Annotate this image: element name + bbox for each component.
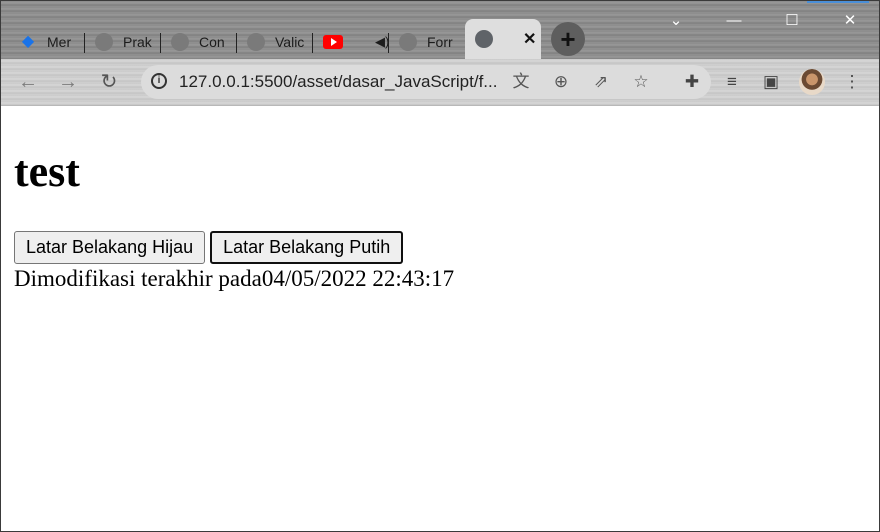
window-controls: ⌄ — ☐ ✕ <box>647 9 879 31</box>
globe-icon <box>95 33 113 51</box>
tab-5-youtube[interactable]: ◀) <box>313 25 389 59</box>
translate-icon[interactable]: 文 <box>511 72 531 92</box>
green-background-button[interactable]: Latar Belakang Hijau <box>14 231 206 264</box>
tab-label: Con <box>199 34 225 50</box>
speaker-icon[interactable]: ◀) <box>375 34 389 50</box>
back-icon[interactable]: ← <box>17 71 39 93</box>
close-tab-icon[interactable]: ✕ <box>523 29 536 49</box>
media-control-icon[interactable]: ≡ <box>721 71 743 93</box>
site-info-icon[interactable]: i <box>151 73 167 89</box>
tab-4[interactable]: Valic <box>237 25 313 59</box>
new-tab-button[interactable]: + <box>551 22 585 56</box>
accent-line <box>807 1 869 3</box>
title-bar: ◆ Mer Prak Con Valic ◀) Forr ✕ + ⌄ — ☐ ✕ <box>1 1 879 59</box>
tab-label: Valic <box>275 34 305 50</box>
tab-2[interactable]: Prak <box>85 25 161 59</box>
menu-kebab-icon[interactable]: ⋮ <box>841 71 863 93</box>
minimize-icon[interactable]: — <box>705 9 763 31</box>
white-background-button[interactable]: Latar Belakang Putih <box>210 231 404 264</box>
avatar[interactable] <box>799 69 825 95</box>
modified-label: Dimodifikasi terakhir pada <box>14 266 262 291</box>
last-modified-text: Dimodifikasi terakhir pada04/05/2022 22:… <box>14 266 454 292</box>
close-window-icon[interactable]: ✕ <box>821 9 879 31</box>
maximize-icon[interactable]: ☐ <box>763 9 821 31</box>
page-content: test Latar Belakang Hijau Latar Belakang… <box>1 106 879 531</box>
tab-strip: ◆ Mer Prak Con Valic ◀) Forr ✕ + <box>9 19 585 59</box>
tab-active[interactable]: ✕ <box>465 19 541 59</box>
globe-icon <box>247 33 265 51</box>
blue-diamond-icon: ◆ <box>21 33 35 50</box>
youtube-icon <box>323 35 343 49</box>
modified-value: 04/05/2022 22:43:17 <box>261 266 455 291</box>
globe-icon <box>171 33 189 51</box>
reload-icon[interactable]: ↻ <box>98 71 120 93</box>
page-heading: test <box>14 147 80 196</box>
side-panel-icon[interactable]: ▣ <box>760 71 782 93</box>
tab-search-icon[interactable]: ⌄ <box>647 9 705 31</box>
browser-window: ◆ Mer Prak Con Valic ◀) Forr ✕ + ⌄ — ☐ ✕… <box>0 0 880 532</box>
zoom-icon[interactable]: ⊕ <box>551 72 571 92</box>
share-icon[interactable]: ⇗ <box>591 72 611 92</box>
globe-icon <box>475 30 493 48</box>
globe-icon <box>399 33 417 51</box>
browser-toolbar: ← → ↻ i 127.0.0.1:5500/asset/dasar_JavaS… <box>1 59 879 106</box>
forward-icon[interactable]: → <box>57 71 79 93</box>
tab-3[interactable]: Con <box>161 25 237 59</box>
tab-label: Prak <box>123 34 152 50</box>
tab-6[interactable]: Forr <box>389 25 465 59</box>
bookmark-star-icon[interactable]: ☆ <box>631 72 651 92</box>
address-bar[interactable]: i 127.0.0.1:5500/asset/dasar_JavaScript/… <box>141 65 711 99</box>
tab-label: Mer <box>47 34 72 50</box>
tab-label: Forr <box>427 34 453 50</box>
extensions-icon[interactable]: ✚ <box>681 71 703 93</box>
url-text[interactable]: 127.0.0.1:5500/asset/dasar_JavaScript/f.… <box>179 72 497 92</box>
button-group: Latar Belakang Hijau Latar Belakang Puti… <box>14 231 408 264</box>
tab-1[interactable]: ◆ Mer <box>9 25 85 59</box>
